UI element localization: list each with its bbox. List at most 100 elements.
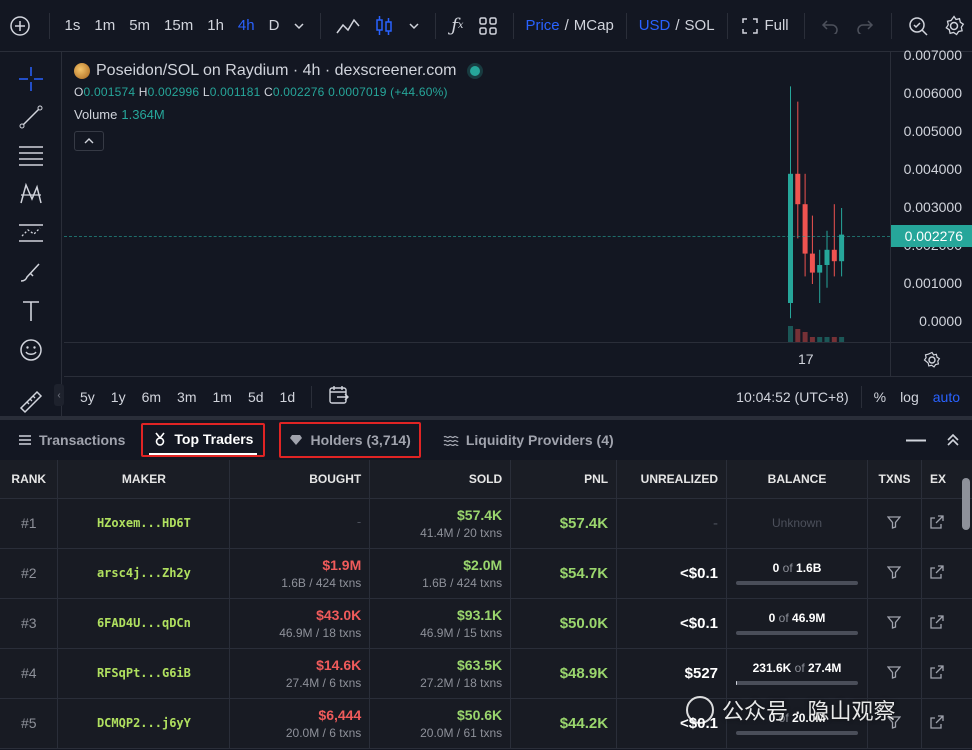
- external-link-icon[interactable]: [921, 648, 972, 699]
- volume-value: 1.364M: [121, 107, 165, 122]
- ruler-icon[interactable]: [16, 387, 46, 417]
- usd-option[interactable]: USD: [639, 17, 671, 34]
- brush-icon[interactable]: [16, 257, 46, 287]
- interval-4h[interactable]: 4h: [231, 0, 262, 52]
- chevron-down-icon[interactable]: [286, 0, 312, 52]
- range-1y[interactable]: 1y: [103, 389, 134, 405]
- currency-toggle[interactable]: USD / SOL: [635, 0, 719, 52]
- interval-1m[interactable]: 1m: [87, 0, 122, 52]
- low-label: L: [202, 85, 210, 99]
- maker-address-link[interactable]: 6FAD4U...qDCn: [57, 598, 231, 649]
- external-link-icon[interactable]: [921, 548, 972, 599]
- go-to-date-icon[interactable]: [320, 385, 358, 408]
- tab-top-traders[interactable]: Top Traders: [149, 425, 258, 455]
- interval-5m[interactable]: 5m: [122, 0, 157, 52]
- tab-transactions[interactable]: Transactions: [8, 423, 135, 457]
- collapse-toolbar-handle[interactable]: ‹: [54, 384, 64, 406]
- sol-option[interactable]: SOL: [685, 17, 715, 34]
- interval-d[interactable]: D: [262, 0, 287, 52]
- table-row[interactable]: #2 arsc4j...Zh2y $1.9M 1.6B / 424 txns $2…: [0, 548, 972, 599]
- sold-value: $93.1K: [457, 606, 503, 623]
- external-link-icon[interactable]: [921, 598, 972, 649]
- redo-icon[interactable]: [848, 0, 883, 52]
- header-unrealized[interactable]: UNREALIZED: [616, 460, 728, 499]
- chart-settings-icon[interactable]: [890, 342, 972, 376]
- toolbar-separator: [311, 385, 313, 408]
- crosshair-icon[interactable]: [16, 64, 46, 94]
- table-row[interactable]: #3 6FAD4U...qDCn $43.0K 46.9M / 18 txns $…: [0, 598, 972, 649]
- quick-search-icon[interactable]: [900, 0, 936, 52]
- maker-address-link[interactable]: arsc4j...Zh2y: [57, 548, 231, 599]
- range-3m[interactable]: 3m: [169, 389, 204, 405]
- range-1d[interactable]: 1d: [272, 389, 304, 405]
- maker-address-link[interactable]: DCMQP2...j6yY: [57, 698, 231, 749]
- range-6m[interactable]: 6m: [134, 389, 169, 405]
- candles-icon[interactable]: [367, 0, 401, 52]
- external-link-icon[interactable]: [921, 698, 972, 749]
- balance-cell: 0 of 46.9M: [726, 598, 868, 649]
- range-5d[interactable]: 5d: [240, 389, 272, 405]
- text-tool-icon[interactable]: [16, 296, 46, 326]
- header-maker[interactable]: MAKER: [57, 460, 231, 499]
- range-bar-right: 10:04:52 (UTC+8) % log auto: [736, 377, 960, 417]
- expand-up-icon[interactable]: [946, 433, 960, 447]
- settings-gear-icon[interactable]: [936, 0, 972, 52]
- bought-detail: 20.0M / 6 txns: [285, 725, 362, 740]
- line-chart-icon[interactable]: [329, 0, 367, 52]
- percent-toggle[interactable]: %: [874, 389, 886, 405]
- watermark: 公众号 · 隐山观察: [686, 694, 896, 726]
- undo-icon[interactable]: [813, 0, 848, 52]
- chart-title: Poseidon/SOL on Raydium · 4h · dexscreen…: [96, 62, 457, 79]
- prediction-icon[interactable]: [16, 218, 46, 248]
- range-5y[interactable]: 5y: [72, 389, 103, 405]
- add-symbol-icon[interactable]: [0, 0, 41, 52]
- header-pnl[interactable]: PNL: [510, 460, 618, 499]
- interval-1h[interactable]: 1h: [200, 0, 231, 52]
- header-bought[interactable]: BOUGHT: [229, 460, 371, 499]
- fullscreen-button[interactable]: Full: [735, 0, 795, 52]
- price-option[interactable]: Price: [525, 17, 559, 34]
- table-row[interactable]: #4 RFSqPt...G6iB $14.6K 27.4M / 6 txns $6…: [0, 648, 972, 699]
- indicators-icon[interactable]: ƒx: [444, 0, 470, 52]
- table-row[interactable]: #1 HZoxem...HD6T - $57.4K 41.4M / 20 txns…: [0, 498, 972, 549]
- table-scrollbar[interactable]: [962, 478, 970, 530]
- header-txns[interactable]: TXNS: [867, 460, 922, 499]
- interval-1s[interactable]: 1s: [58, 0, 88, 52]
- maker-address-link[interactable]: HZoxem...HD6T: [57, 498, 231, 549]
- txns-filter-icon[interactable]: [867, 548, 922, 599]
- interval-15m[interactable]: 15m: [157, 0, 200, 52]
- txns-filter-icon[interactable]: [867, 648, 922, 699]
- rank-cell: #2: [0, 548, 59, 599]
- tab-holders[interactable]: Holders (3,714): [285, 424, 414, 456]
- open-value: 0.001574: [83, 85, 136, 99]
- trend-line-icon[interactable]: [16, 102, 46, 132]
- time-axis[interactable]: 17: [64, 342, 890, 376]
- chevron-down-icon[interactable]: [401, 0, 427, 52]
- toolbar-separator: [625, 12, 627, 39]
- header-balance[interactable]: BALANCE: [726, 460, 868, 499]
- balance-progress-bar: [736, 731, 858, 735]
- layouts-icon[interactable]: [471, 0, 505, 52]
- fib-retracement-icon[interactable]: [16, 140, 46, 170]
- mcap-option[interactable]: MCap: [574, 17, 614, 34]
- header-rank[interactable]: RANK: [0, 460, 59, 499]
- log-toggle[interactable]: log: [900, 389, 919, 405]
- maker-address-link[interactable]: RFSqPt...G6iB: [57, 648, 231, 699]
- pattern-icon[interactable]: [16, 179, 46, 209]
- emoji-icon[interactable]: [16, 335, 46, 365]
- minimize-icon[interactable]: —: [906, 429, 926, 452]
- txns-filter-icon[interactable]: [867, 498, 922, 549]
- waves-icon: [443, 435, 459, 446]
- candle-body: [795, 173, 801, 205]
- tab-liquidity-providers[interactable]: Liquidity Providers (4): [433, 423, 624, 457]
- volume-bar: [802, 332, 808, 342]
- price-axis[interactable]: 0.00000.0010000.0020000.0030000.0040000.…: [890, 47, 972, 342]
- price-mcap-toggle[interactable]: Price / MCap: [521, 0, 617, 52]
- txns-filter-icon[interactable]: [867, 598, 922, 649]
- range-1m[interactable]: 1m: [205, 389, 240, 405]
- header-sold[interactable]: SOLD: [369, 460, 512, 499]
- price-chart[interactable]: Poseidon/SOL on Raydium · 4h · dexscreen…: [64, 52, 890, 342]
- auto-toggle[interactable]: auto: [933, 389, 960, 405]
- collapse-legend-button[interactable]: [74, 131, 104, 151]
- rank-cell: #5: [0, 698, 59, 749]
